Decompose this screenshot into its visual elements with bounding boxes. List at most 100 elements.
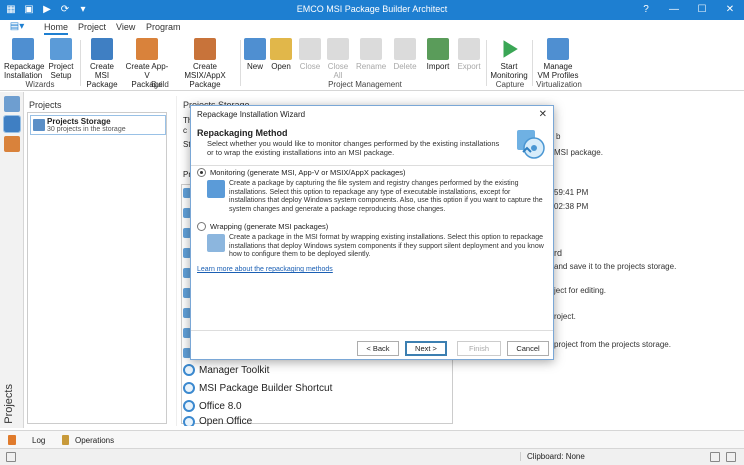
new-icon	[244, 38, 266, 60]
next-button[interactable]: Next >	[405, 341, 447, 356]
rename-button[interactable]: Rename	[356, 38, 386, 71]
dialog-footer: < Back Next > Finish Cancel	[191, 330, 553, 360]
open-label: Open	[271, 62, 291, 71]
details-panel: b MSI package. 59:41 PM 02:38 PM rd and …	[540, 96, 744, 426]
details-text: rd	[554, 248, 563, 258]
dialog-close-button[interactable]: ✕	[539, 109, 547, 120]
rename-icon	[360, 38, 382, 60]
details-text: roject.	[554, 312, 576, 321]
details-text: 02:38 PM	[554, 202, 589, 211]
option-wrapping-description: Create a package in the MSI format by wr…	[229, 234, 544, 258]
details-text: project from the projects storage.	[554, 340, 671, 349]
new-button[interactable]: New	[244, 38, 266, 71]
project-setup-button[interactable]: Project Setup	[46, 38, 76, 80]
maximize-button[interactable]: ☐	[688, 0, 716, 20]
repackage-icon	[12, 38, 34, 60]
projects-tree: Projects Storage 30 projects in the stor…	[27, 112, 167, 424]
open-icon	[270, 38, 292, 60]
packages-icon[interactable]	[4, 136, 20, 152]
import-icon	[427, 38, 449, 60]
clipboard-status: Clipboard: None	[520, 452, 585, 461]
finish-button[interactable]: Finish	[457, 341, 501, 356]
operations-icon	[62, 435, 69, 445]
create-msix-button[interactable]: Create MSIX/AppX Package	[174, 38, 236, 89]
tab-project[interactable]: Project	[78, 22, 106, 32]
manage-vm-profiles-button[interactable]: Manage VM Profiles	[536, 38, 580, 80]
dialog-heading: Repackaging Method	[197, 128, 288, 138]
details-text: b	[556, 132, 561, 141]
group-virtualization: Virtualization	[536, 80, 582, 89]
repackage-installation-button[interactable]: Repackage Installation	[4, 38, 45, 80]
details-text: MSI package.	[554, 148, 603, 157]
log-icon	[8, 435, 16, 445]
project-icon	[183, 416, 195, 426]
tab-home[interactable]: Home	[44, 22, 69, 35]
export-label: Export	[457, 62, 481, 71]
minimize-button[interactable]: —	[660, 0, 688, 20]
home-icon[interactable]	[4, 96, 20, 112]
group-separator	[486, 40, 487, 86]
group-wizards: Wizards	[25, 80, 55, 89]
list-item[interactable]: Office 8.0	[183, 400, 242, 412]
delete-label: Delete	[393, 62, 417, 71]
create-msi-button[interactable]: Create MSI Package	[84, 38, 120, 89]
details-text: and save it to the projects storage.	[554, 262, 677, 271]
option-wrapping-label: Wrapping (generate MSI packages)	[210, 222, 329, 231]
option-monitoring-description: Create a package by capturing the file s…	[229, 180, 543, 213]
app-menu-button[interactable]: ▤▾	[4, 21, 30, 35]
project-icon	[183, 382, 195, 394]
import-button[interactable]: Import	[424, 38, 452, 71]
export-button[interactable]: Export	[456, 38, 482, 71]
tab-view[interactable]: View	[116, 22, 135, 32]
cancel-button[interactable]: Cancel	[507, 341, 549, 356]
close-project-icon	[299, 38, 321, 60]
dialog-header: Repackaging Method Select whether you wo…	[191, 124, 553, 166]
rename-label: Rename	[356, 62, 387, 71]
list-item[interactable]: Open Office	[183, 416, 252, 426]
monitoring-radio[interactable]	[197, 168, 206, 177]
delete-button[interactable]: Delete	[392, 38, 418, 71]
back-button[interactable]: < Back	[357, 341, 399, 356]
close-button[interactable]: ✕	[716, 0, 744, 20]
projects-icon[interactable]	[3, 115, 21, 133]
option-monitoring-label: Monitoring (generate MSI, App-V or MSIX/…	[210, 168, 406, 177]
tab-program[interactable]: Program	[146, 22, 181, 32]
close-project-button[interactable]: Close	[298, 38, 322, 71]
dialog-subheading: Select whether you would like to monitor…	[207, 139, 500, 157]
repackage-label: Repackage Installation	[4, 62, 45, 80]
import-label: Import	[426, 62, 450, 71]
tab-operations[interactable]: Operations	[62, 435, 114, 445]
help-button[interactable]: ?	[632, 0, 660, 20]
option-wrapping[interactable]: Wrapping (generate MSI packages)	[197, 222, 328, 231]
open-button[interactable]: Open	[270, 38, 292, 71]
status-icon	[726, 452, 736, 462]
wizard-disc-icon	[517, 130, 545, 159]
new-label: New	[246, 62, 263, 71]
projects-storage-item[interactable]: Projects Storage 30 projects in the stor…	[30, 115, 166, 135]
monitoring-icon	[207, 180, 225, 198]
option-monitoring[interactable]: Monitoring (generate MSI, App-V or MSIX/…	[197, 168, 406, 177]
start-monitoring-button[interactable]: Start Monitoring	[490, 38, 528, 80]
tab-log[interactable]: Log	[8, 435, 45, 445]
dialog-title: Repackage Installation Wizard	[197, 110, 306, 119]
repackage-wizard-dialog: Repackage Installation Wizard ✕ Repackag…	[190, 105, 554, 360]
tab-log-label: Log	[32, 435, 46, 445]
list-item-label: MSI Package Builder Shortcut	[199, 382, 333, 394]
option-wrapping-description-box: Create a package in the MSI format by wr…	[207, 234, 547, 264]
group-capture: Capture	[495, 80, 525, 89]
vm-profiles-label: Manage VM Profiles	[537, 62, 579, 80]
list-item-label: Open Office	[199, 416, 253, 426]
close-all-button[interactable]: Close All	[326, 38, 350, 80]
wrapping-radio[interactable]	[197, 222, 206, 231]
list-item[interactable]: Manager Toolkit	[183, 364, 269, 376]
navigation-strip: Projects	[0, 92, 24, 428]
status-bar: Clipboard: None	[0, 448, 744, 465]
group-separator	[532, 40, 533, 86]
status-icon	[6, 452, 16, 462]
projects-storage-title: Projects Storage	[47, 117, 111, 126]
list-item[interactable]: MSI Package Builder Shortcut	[183, 382, 332, 394]
learn-more-link[interactable]: Learn more about the repackaging methods	[197, 266, 333, 273]
projects-vertical-label[interactable]: Projects	[3, 384, 15, 424]
storage-text-fragment: c	[183, 126, 187, 135]
group-project-management: Project Management	[328, 80, 402, 89]
